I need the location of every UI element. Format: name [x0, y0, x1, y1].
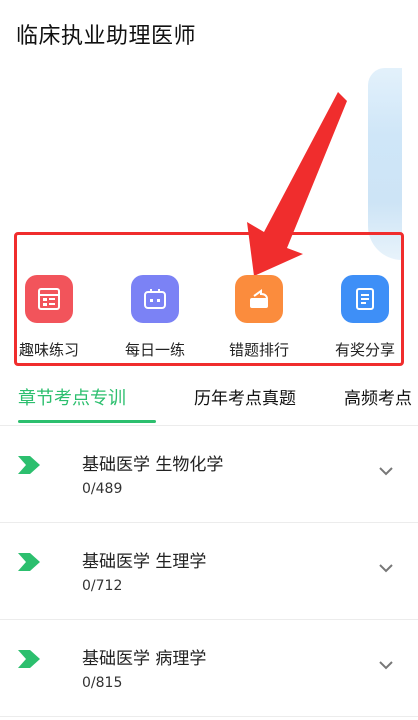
daily-practice-label: 每日一练 [124, 341, 185, 359]
tab-chapter-training[interactable]: 章节考点专训 [18, 384, 126, 410]
chapter-marker-icon [18, 650, 40, 668]
list-item[interactable]: 基础医学 病理学 0/815 [0, 620, 418, 717]
wrong-ranking-button[interactable]: 错题排行 [214, 275, 304, 360]
chapter-list: 基础医学 生物化学 0/489 基础医学 生理学 0/712 基础医学 病理学 … [0, 426, 418, 717]
fun-practice-label: 趣味练习 [18, 341, 79, 359]
active-tab-indicator [18, 420, 156, 423]
list-item[interactable]: 基础医学 生理学 0/712 [0, 523, 418, 620]
chevron-down-icon[interactable] [378, 563, 394, 573]
chapter-progress: 0/489 [82, 481, 123, 497]
chapter-title: 基础医学 生理学 [82, 552, 207, 572]
chapter-progress: 0/712 [82, 578, 123, 594]
wrong-ranking-icon [235, 275, 283, 323]
reward-share-button[interactable]: 有奖分享 [320, 275, 410, 360]
chapter-title: 基础医学 生物化学 [82, 455, 224, 475]
chapter-marker-icon [18, 456, 40, 474]
chevron-down-icon[interactable] [378, 466, 394, 476]
quick-actions: 趣味练习 每日一练 错题排行 有奖分享 [0, 275, 418, 370]
tab-past-exams[interactable]: 历年考点真题 [194, 384, 296, 409]
chapter-marker-icon [18, 553, 40, 571]
list-item[interactable]: 基础医学 生物化学 0/489 [0, 426, 418, 523]
chevron-down-icon[interactable] [378, 660, 394, 670]
daily-practice-icon [131, 275, 179, 323]
tab-frequent-points[interactable]: 高频考点 [344, 384, 412, 409]
fun-practice-icon [25, 275, 73, 323]
chapter-title: 基础医学 病理学 [82, 649, 207, 669]
category-tabs: 章节考点专训 历年考点真题 高频考点 [0, 378, 418, 426]
daily-practice-button[interactable]: 每日一练 [110, 275, 200, 360]
reward-share-label: 有奖分享 [334, 341, 395, 359]
fun-practice-button[interactable]: 趣味练习 [4, 275, 94, 360]
chapter-progress: 0/815 [82, 675, 123, 691]
reward-share-icon [341, 275, 389, 323]
wrong-ranking-label: 错题排行 [228, 341, 289, 359]
